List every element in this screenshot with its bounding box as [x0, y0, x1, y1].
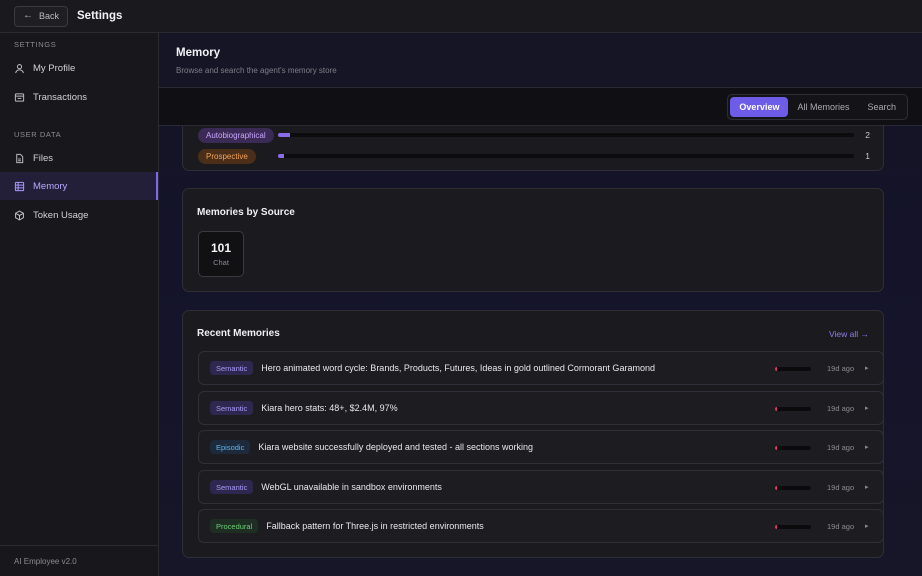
chevron-right-icon: ▸ — [865, 444, 869, 451]
sidebar-item-label: My Profile — [33, 62, 76, 74]
chevron-right-icon: ▸ — [865, 405, 869, 412]
tab-search[interactable]: Search — [858, 97, 905, 117]
tab-all-memories[interactable]: All Memories — [788, 97, 858, 117]
type-badge: Autobiographical — [198, 127, 274, 143]
memory-text: Kiara website successfully deployed and … — [258, 442, 533, 452]
cube-icon — [15, 210, 24, 220]
importance-bar-fill — [775, 525, 777, 529]
view-all-link[interactable]: View all → — [829, 329, 869, 339]
memory-type-badge: Semantic — [210, 401, 254, 415]
type-bar-fill — [278, 154, 284, 158]
type-row-prospective: Prospective 1 — [198, 148, 870, 164]
memory-time: 19d ago — [827, 521, 855, 531]
chevron-right-icon: ▸ — [865, 484, 869, 491]
arrow-left-icon: ← — [23, 10, 33, 21]
page-header: Memory Browse and search the agent's mem… — [159, 33, 922, 88]
importance-bar — [775, 407, 811, 411]
receipt-icon — [14, 92, 25, 102]
importance-bar-fill — [775, 486, 777, 490]
importance-bar — [775, 446, 811, 450]
type-bar — [278, 154, 854, 158]
importance-bar — [775, 525, 811, 529]
type-bar-fill — [278, 133, 290, 137]
memory-time: 19d ago — [827, 482, 855, 492]
tab-group: Overview All Memories Search — [727, 94, 908, 120]
memory-row[interactable]: Procedural Fallback pattern for Three.js… — [198, 509, 884, 543]
memory-type-badge: Semantic — [210, 480, 254, 494]
memory-type-badge: Procedural — [210, 519, 259, 533]
sidebar-item-label: Files — [33, 152, 54, 164]
version-label: AI Employee v2.0 — [0, 545, 158, 576]
sidebar-item-label: Token Usage — [33, 209, 89, 221]
top-bar: ← Back Settings — [0, 0, 922, 33]
source-count: 101 — [210, 241, 232, 255]
chevron-right-icon: ▸ — [865, 365, 869, 372]
memory-row[interactable]: Semantic WebGL unavailable in sandbox en… — [198, 470, 884, 504]
type-count: 2 — [865, 130, 870, 140]
file-icon — [16, 153, 24, 163]
source-label: Chat — [213, 258, 229, 267]
memory-time: 19d ago — [827, 403, 855, 413]
section-label-user-data: USER DATA — [14, 130, 62, 139]
memory-row[interactable]: Semantic Kiara hero stats: 48+, $2.4M, 9… — [198, 391, 884, 425]
importance-bar — [775, 367, 811, 371]
chevron-right-icon: ▸ — [865, 523, 869, 530]
importance-bar-fill — [775, 407, 777, 411]
tabs-bar: Overview All Memories Search — [159, 88, 922, 126]
sidebar-item-transactions[interactable]: Transactions — [0, 83, 158, 111]
user-icon — [15, 63, 24, 73]
sidebar-item-label: Memory — [33, 180, 68, 192]
section-label-settings: SETTINGS — [14, 40, 57, 49]
card-title: Recent Memories — [197, 328, 280, 339]
sidebar-item-token-usage[interactable]: Token Usage — [0, 201, 158, 229]
sidebar-item-my-profile[interactable]: My Profile — [0, 54, 158, 82]
importance-bar-fill — [775, 446, 777, 450]
type-bar — [278, 133, 854, 137]
sidebar: SETTINGS My Profile Transactions USER DA… — [0, 33, 159, 576]
sidebar-item-label: Transactions — [33, 91, 88, 103]
memories-by-source-card: Memories by Source 101 Chat — [182, 188, 884, 292]
memory-text: Fallback pattern for Three.js in restric… — [266, 521, 484, 531]
memory-type-badge: Semantic — [210, 361, 254, 375]
memory-type-badge: Episodic — [210, 440, 251, 454]
type-row-autobiographical: Autobiographical 2 — [198, 127, 870, 143]
importance-bar-fill — [775, 367, 777, 371]
memory-icon — [14, 181, 25, 191]
page-title: Memory — [176, 47, 221, 59]
memory-time: 19d ago — [827, 363, 855, 373]
type-badge: Prospective — [198, 148, 256, 164]
memory-text: WebGL unavailable in sandbox environment… — [261, 482, 442, 492]
main-content[interactable]: Autobiographical 2 Prospective 1 Memorie… — [159, 33, 922, 576]
back-button[interactable]: ← Back — [14, 5, 69, 27]
tab-overview[interactable]: Overview — [730, 97, 789, 117]
back-label: Back — [39, 11, 60, 21]
memory-row[interactable]: Episodic Kiara website successfully depl… — [198, 430, 884, 464]
importance-bar — [775, 486, 811, 490]
memory-text: Hero animated word cycle: Brands, Produc… — [261, 363, 655, 373]
recent-memories-card: Recent Memories View all → Semantic Hero… — [182, 310, 884, 558]
sidebar-item-memory[interactable]: Memory — [0, 172, 158, 200]
source-tile-chat[interactable]: 101 Chat — [198, 231, 244, 277]
memory-time: 19d ago — [827, 442, 855, 452]
memory-row[interactable]: Semantic Hero animated word cycle: Brand… — [198, 351, 884, 385]
app-title: Settings — [77, 10, 123, 22]
card-title: Memories by Source — [197, 207, 295, 218]
memory-text: Kiara hero stats: 48+, $2.4M, 97% — [261, 403, 398, 413]
page-subtitle: Browse and search the agent's memory sto… — [176, 66, 337, 75]
sidebar-item-files[interactable]: Files — [0, 144, 158, 172]
type-count: 1 — [865, 151, 870, 161]
